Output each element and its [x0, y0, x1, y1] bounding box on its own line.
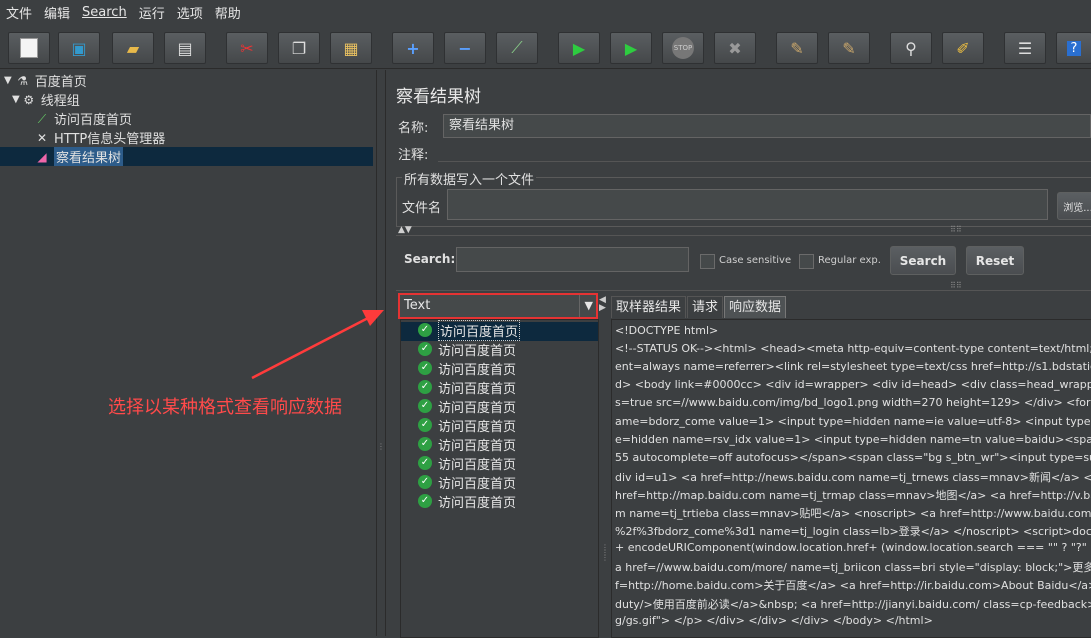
- arrow-line: [251, 314, 373, 380]
- annotation-arrow: [251, 310, 384, 380]
- arrow-head: [362, 310, 384, 326]
